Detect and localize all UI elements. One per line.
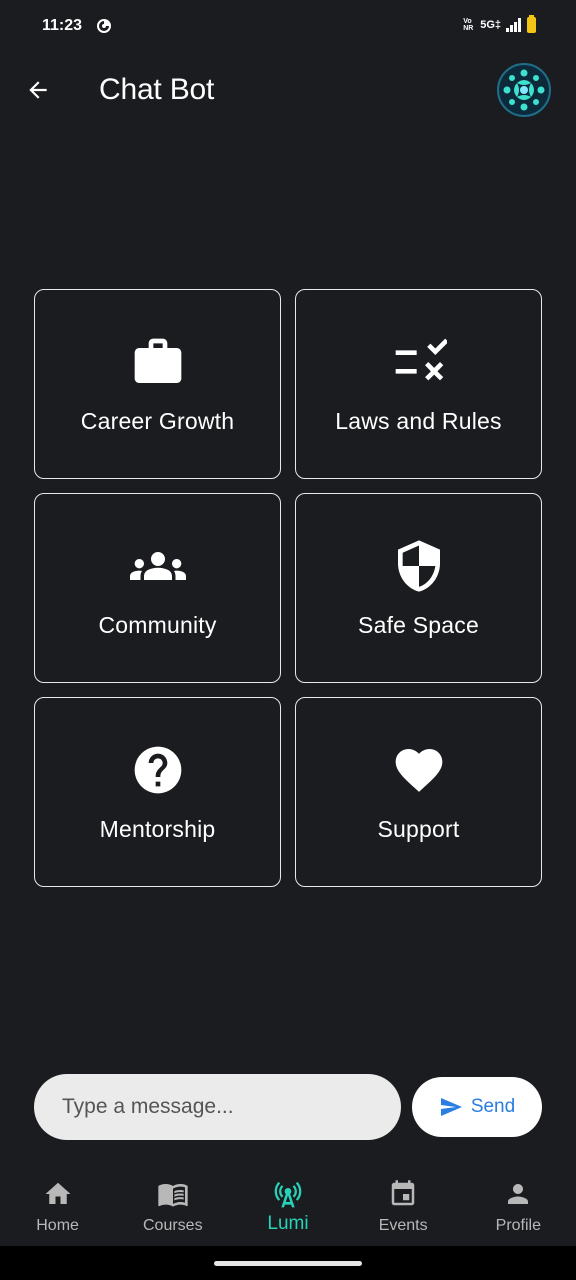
- home-gesture-bar[interactable]: [214, 1261, 362, 1266]
- topic-card-laws-and-rules[interactable]: Laws and Rules: [295, 289, 542, 479]
- topic-label: Community: [98, 612, 217, 638]
- nav-label: Events: [378, 1217, 428, 1234]
- topic-card-community[interactable]: Community: [34, 493, 281, 683]
- help-circle-icon: [130, 742, 186, 798]
- topic-label: Laws and Rules: [335, 408, 502, 434]
- topic-label: Mentorship: [99, 816, 216, 842]
- network-type-label: Vo NR: [463, 18, 474, 32]
- status-indicators: Vo NR 5G‡: [463, 15, 536, 33]
- app-bar: Chat Bot: [0, 54, 576, 126]
- signal-strength-icon: [506, 18, 521, 32]
- arrow-left-icon: [29, 81, 47, 99]
- nav-item-courses[interactable]: Courses: [115, 1162, 230, 1246]
- back-button[interactable]: [20, 72, 56, 108]
- briefcase-icon: [130, 334, 186, 390]
- topic-label: Safe Space: [358, 612, 479, 638]
- person-icon: [502, 1178, 534, 1210]
- topic-card-career-growth[interactable]: Career Growth: [34, 289, 281, 479]
- nav-item-events[interactable]: Events: [346, 1162, 461, 1246]
- calendar-icon: [387, 1178, 419, 1210]
- chat-bot-screen: 11:23 Vo NR 5G‡ Chat Bot Career Growth L…: [0, 0, 576, 1280]
- app-logo-icon: [500, 66, 548, 114]
- heart-icon: [391, 742, 447, 798]
- send-label: Send: [470, 1096, 516, 1117]
- nav-label: Courses: [142, 1217, 203, 1234]
- nav-label: Lumi: [267, 1213, 309, 1234]
- nav-item-lumi[interactable]: Lumi: [230, 1162, 345, 1246]
- nav-label: Home: [36, 1217, 79, 1234]
- notification-app-icon: [97, 19, 111, 33]
- book-icon: [157, 1178, 189, 1210]
- topic-card-safe-space[interactable]: Safe Space: [295, 493, 542, 683]
- nav-item-profile[interactable]: Profile: [461, 1162, 576, 1246]
- topic-card-mentorship[interactable]: Mentorship: [34, 697, 281, 887]
- signal-type-label: 5G‡: [480, 19, 501, 31]
- status-time: 11:23: [42, 17, 83, 34]
- battery-icon: [527, 15, 536, 33]
- groups-icon: [129, 538, 186, 594]
- home-icon: [42, 1178, 74, 1210]
- topic-label: Support: [377, 816, 460, 842]
- shield-icon: [391, 538, 447, 594]
- message-input[interactable]: [34, 1074, 401, 1140]
- nav-item-home[interactable]: Home: [0, 1162, 115, 1246]
- nav-label: Profile: [495, 1217, 542, 1234]
- topic-card-support[interactable]: Support: [295, 697, 542, 887]
- send-icon: [440, 1098, 462, 1116]
- page-title: Chat Bot: [99, 73, 215, 106]
- rule-check-icon: [391, 334, 447, 390]
- status-bar: 11:23 Vo NR 5G‡: [0, 0, 576, 54]
- broadcast-icon: [272, 1178, 304, 1210]
- bottom-nav: Home Courses Lumi Events Profile: [0, 1162, 576, 1246]
- send-button[interactable]: Send: [412, 1077, 542, 1137]
- topic-label: Career Growth: [80, 408, 235, 434]
- avatar[interactable]: [497, 63, 551, 117]
